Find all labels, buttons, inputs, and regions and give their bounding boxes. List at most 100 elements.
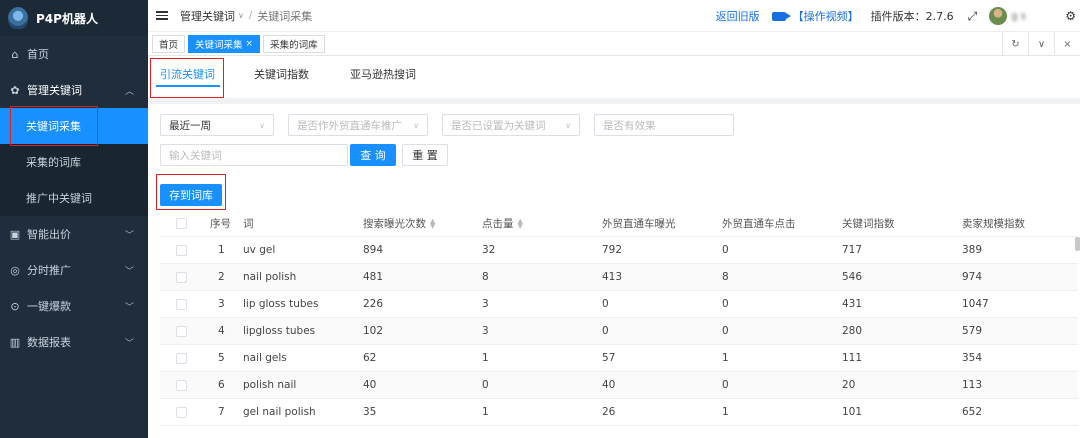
table-cell: 7 bbox=[218, 406, 225, 418]
refresh-icon[interactable]: ↻ bbox=[1002, 32, 1028, 56]
table-row[interactable]: 1 uv gel 894 32 792 0 717 389 bbox=[160, 237, 1078, 264]
sidebar-item-label: 一键爆款 bbox=[27, 300, 71, 313]
reset-button[interactable]: 重 置 bbox=[402, 144, 448, 166]
sidebar-item-time-promo[interactable]: ◎ 分时推广 ﹀ bbox=[0, 252, 148, 288]
table-cell: 3 bbox=[482, 298, 489, 310]
chevron-down-icon: ∨ bbox=[413, 120, 419, 130]
menu-toggle-icon[interactable] bbox=[156, 11, 168, 20]
sort-icon: ▲ ▼ bbox=[430, 217, 436, 230]
chevron-down-icon: ∨ bbox=[565, 120, 571, 130]
chevron-up-icon: ︿ bbox=[124, 86, 134, 97]
row-checkbox[interactable] bbox=[176, 380, 187, 391]
sidebar-item-keyword-collect[interactable]: 关键词采集 bbox=[0, 108, 148, 144]
logo-text: P4P机器人 bbox=[36, 11, 98, 26]
tabs: 引流关键词 关键词指数 亚马逊热搜词 bbox=[148, 56, 1080, 98]
chevron-down-icon: ﹀ bbox=[124, 266, 134, 277]
table-cell: nail polish bbox=[243, 271, 297, 283]
column-header: 关键词指数 bbox=[842, 218, 895, 230]
table-cell: 1 bbox=[722, 352, 729, 364]
table-cell: 57 bbox=[602, 352, 616, 364]
submenu: 关键词采集 采集的词库 推广中关键词 bbox=[0, 108, 148, 216]
save-to-library-button[interactable]: 存到词库 bbox=[160, 184, 222, 206]
table-cell: lipgloss tubes bbox=[243, 325, 316, 337]
sidebar-item-collected-library[interactable]: 采集的词库 bbox=[0, 144, 148, 180]
gear-icon: ✿ bbox=[10, 83, 20, 97]
row-checkbox[interactable] bbox=[176, 407, 187, 418]
sidebar-item-label: 采集的词库 bbox=[26, 156, 81, 169]
sidebar-item-home[interactable]: ⌂ 首页 bbox=[0, 36, 148, 72]
row-checkbox[interactable] bbox=[176, 245, 187, 256]
tag-keyword-collect[interactable]: 关键词采集 × bbox=[188, 34, 261, 53]
chevron-down-icon[interactable]: ∨ bbox=[1028, 32, 1054, 56]
table-cell: uv gel bbox=[243, 244, 276, 256]
table-cell: 35 bbox=[363, 406, 377, 418]
sidebar-item-manage-keywords[interactable]: ✿ 管理关键词 ︿ bbox=[0, 72, 148, 108]
close-icon[interactable]: × bbox=[1054, 32, 1080, 56]
fullscreen-icon[interactable]: ⤢ bbox=[968, 9, 978, 24]
select-value: 最近一周 bbox=[169, 119, 211, 132]
table-cell: 1 bbox=[722, 406, 729, 418]
column-header-sortable[interactable]: 搜索曝光次数 ▲ ▼ bbox=[363, 216, 435, 231]
table-row[interactable]: 6 polish nail 40 0 40 0 20 113 bbox=[160, 372, 1078, 399]
column-header: 外贸直通车点击 bbox=[722, 218, 796, 230]
promo-select[interactable]: 是否作外贸直通车推广 ∨ bbox=[288, 114, 428, 136]
chevron-down-icon: ∨ bbox=[259, 120, 265, 130]
tab-amazon-hot[interactable]: 亚马逊热搜词 bbox=[350, 66, 416, 82]
table-cell: 113 bbox=[962, 379, 983, 391]
sidebar-item-promoted-keywords[interactable]: 推广中关键词 bbox=[0, 180, 148, 216]
row-checkbox[interactable] bbox=[176, 326, 187, 337]
table-row[interactable]: 7 gel nail polish 35 1 26 1 101 652 bbox=[160, 399, 1078, 426]
period-select[interactable]: 最近一周 ∨ bbox=[160, 114, 274, 136]
keyword-input[interactable]: 输入关键词 bbox=[160, 144, 348, 166]
sidebar-item-label: 关键词采集 bbox=[26, 120, 81, 133]
tab-traffic-keywords[interactable]: 引流关键词 bbox=[160, 66, 215, 82]
sort-icon: ▲ ▼ bbox=[517, 217, 523, 230]
table-row[interactable]: 4 lipgloss tubes 102 3 0 0 280 579 bbox=[160, 318, 1078, 345]
old-version-link[interactable]: 返回旧版 bbox=[716, 8, 760, 24]
table-cell: 0 bbox=[722, 298, 729, 310]
video-tutorial-link[interactable]: 【操作视频】 bbox=[793, 8, 859, 24]
table-row[interactable]: 3 lip gloss tubes 226 3 0 0 431 1047 bbox=[160, 291, 1078, 318]
set-keyword-select[interactable]: 是否已设置为关键词 ∨ bbox=[442, 114, 580, 136]
table-cell: 111 bbox=[842, 352, 863, 364]
clock-icon: ◎ bbox=[10, 263, 20, 277]
row-checkbox[interactable] bbox=[176, 353, 187, 364]
table-cell: 8 bbox=[722, 271, 729, 283]
tag-home[interactable]: 首页 bbox=[152, 34, 186, 53]
tag-label: 首页 bbox=[159, 39, 179, 51]
sidebar-item-reports[interactable]: ▥ 数据报表 ﹀ bbox=[0, 324, 148, 360]
table-row[interactable]: 2 nail polish 481 8 413 8 546 974 bbox=[160, 264, 1078, 291]
search-button[interactable]: 查 询 bbox=[350, 144, 396, 166]
table-cell: 1 bbox=[482, 352, 489, 364]
sidebar-item-smart-bid[interactable]: ▣ 智能出价 ﹀ bbox=[0, 216, 148, 252]
table-cell: 2 bbox=[218, 271, 225, 283]
table-cell: polish nail bbox=[243, 379, 297, 391]
table-cell: 40 bbox=[602, 379, 616, 391]
table-cell: 8 bbox=[482, 271, 489, 283]
table-cell: 1047 bbox=[962, 298, 989, 310]
select-all-checkbox[interactable] bbox=[176, 218, 187, 229]
breadcrumb-item[interactable]: 管理关键词 bbox=[180, 8, 235, 24]
effect-select[interactable]: 是否有效果 bbox=[594, 114, 734, 136]
tag-collected-library[interactable]: 采集的词库 bbox=[263, 34, 325, 53]
table-cell: 0 bbox=[482, 379, 489, 391]
table-row[interactable]: 5 nail gels 62 1 57 1 111 354 bbox=[160, 345, 1078, 372]
table-cell: 20 bbox=[842, 379, 856, 391]
table-cell: 717 bbox=[842, 244, 863, 256]
rocket-icon: ⊙ bbox=[10, 299, 20, 313]
settings-gear-icon[interactable]: ⚙ bbox=[1065, 9, 1076, 23]
row-checkbox[interactable] bbox=[176, 272, 187, 283]
chevron-down-icon: ﹀ bbox=[124, 230, 134, 241]
column-header-sortable[interactable]: 点击量 ▲ ▼ bbox=[482, 216, 523, 231]
tab-keyword-index[interactable]: 关键词指数 bbox=[254, 66, 309, 82]
close-icon[interactable]: × bbox=[246, 39, 254, 49]
sidebar-item-one-click[interactable]: ⊙ 一键爆款 ﹀ bbox=[0, 288, 148, 324]
table-cell: 40 bbox=[363, 379, 377, 391]
sidebar: P4P机器人 ⌂ 首页 ✿ 管理关键词 ︿ 关键词采集 采集的词库 推广中关键词… bbox=[0, 0, 148, 438]
scrollbar-thumb[interactable] bbox=[1075, 237, 1080, 251]
table-cell: 354 bbox=[962, 352, 983, 364]
column-header: 序号 bbox=[210, 218, 231, 230]
row-checkbox[interactable] bbox=[176, 299, 187, 310]
tab-active-indicator bbox=[156, 85, 220, 87]
avatar[interactable] bbox=[989, 7, 1008, 25]
